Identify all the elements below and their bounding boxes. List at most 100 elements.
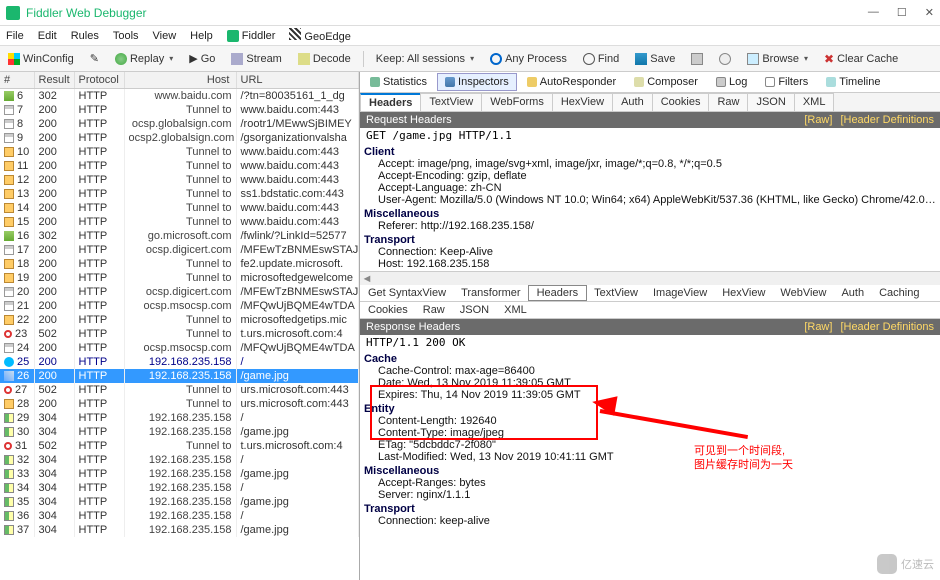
header-item[interactable]: Host: 192.168.235.158 [378, 258, 936, 270]
table-row[interactable]: 17200HTTPocsp.digicert.com/MFEwTzBNMEswS… [0, 243, 359, 257]
menu-file[interactable]: File [6, 30, 24, 42]
table-row[interactable]: 33304HTTP192.168.235.158/game.jpg [0, 467, 359, 481]
resptab-xml[interactable]: XML [496, 302, 535, 318]
tab-statistics[interactable]: Statistics [362, 73, 435, 91]
header-item[interactable]: Accept: image/png, image/svg+xml, image/… [378, 158, 936, 170]
table-row[interactable]: 35304HTTP192.168.235.158/game.jpg [0, 495, 359, 509]
go-button[interactable]: ▶Go [185, 50, 219, 67]
header-item[interactable]: Server: nginx/1.1.1 [378, 489, 936, 501]
header-item[interactable]: Referer: http://192.168.235.158/ [378, 220, 936, 232]
table-row[interactable]: 31502HTTPTunnel tot.urs.microsoft.com:4 [0, 439, 359, 453]
table-row[interactable]: 24200HTTPocsp.msocsp.com/MFQwUjBQME4wTDA [0, 341, 359, 355]
reqtab-raw[interactable]: Raw [708, 93, 748, 111]
tab-filters[interactable]: Filters [757, 73, 816, 91]
table-row[interactable]: 23502HTTPTunnel tot.urs.microsoft.com:4 [0, 327, 359, 341]
keep-sessions-dropdown[interactable]: Keep: All sessions [372, 51, 478, 67]
resptab-textview[interactable]: TextView [586, 285, 646, 301]
header-item[interactable]: Connection: Keep-Alive [378, 246, 936, 258]
tab-timeline[interactable]: Timeline [818, 73, 888, 91]
table-row[interactable]: 22200HTTPTunnel tomicrosoftedgetips.mic [0, 313, 359, 327]
table-row[interactable]: 34304HTTP192.168.235.158/ [0, 481, 359, 495]
table-row[interactable]: 36304HTTP192.168.235.158/ [0, 509, 359, 523]
header-item[interactable]: Date: Wed, 13 Nov 2019 11:39:05 GMT [378, 377, 936, 389]
reqtab-webforms[interactable]: WebForms [481, 93, 553, 111]
resptab-caching[interactable]: Caching [871, 285, 927, 301]
header-item[interactable]: Cache-Control: max-age=86400 [378, 365, 936, 377]
sessions-table[interactable]: # Result Protocol Host URL 6302HTTPwww.b… [0, 72, 359, 537]
close-button[interactable]: ✕ [925, 6, 934, 19]
resp-hdrdef-link[interactable]: [Header Definitions [840, 321, 934, 333]
resptab-json[interactable]: JSON [452, 302, 497, 318]
col-host[interactable]: Host [124, 72, 236, 89]
maximize-button[interactable]: ☐ [897, 6, 907, 19]
winconfig-button[interactable]: WinConfig [4, 51, 78, 67]
any-process-button[interactable]: Any Process [486, 51, 571, 67]
table-row[interactable]: 19200HTTPTunnel tomicrosoftedgewelcome [0, 271, 359, 285]
table-row[interactable]: 8200HTTPocsp.globalsign.com/rootr1/MEwwS… [0, 117, 359, 131]
stream-button[interactable]: Stream [227, 51, 285, 67]
table-row[interactable]: 11200HTTPTunnel towww.baidu.com:443 [0, 159, 359, 173]
header-item[interactable]: Last-Modified: Wed, 13 Nov 2019 10:41:11… [378, 451, 936, 463]
resptab-headers[interactable]: Headers [528, 285, 588, 301]
h-scrollbar[interactable]: ◄ [360, 271, 940, 285]
header-item[interactable]: ETag: "5dcbddc7-2f080" [378, 439, 936, 451]
header-item[interactable]: User-Agent: Mozilla/5.0 (Windows NT 10.0… [378, 194, 936, 206]
table-row[interactable]: 10200HTTPTunnel towww.baidu.com:443 [0, 145, 359, 159]
resptab-imageview[interactable]: ImageView [645, 285, 715, 301]
table-row[interactable]: 30304HTTP192.168.235.158/game.jpg [0, 425, 359, 439]
resptab-hexview[interactable]: HexView [714, 285, 773, 301]
menu-geoedge[interactable]: GeoEdge [289, 28, 350, 43]
table-row[interactable]: 26200HTTP192.168.235.158/game.jpg [0, 369, 359, 383]
reqtab-auth[interactable]: Auth [612, 93, 653, 111]
save-button[interactable]: Save [631, 51, 679, 67]
resptab-webview[interactable]: WebView [772, 285, 834, 301]
timer-button[interactable] [715, 51, 735, 67]
table-row[interactable]: 7200HTTPTunnel towww.baidu.com:443 [0, 103, 359, 117]
minimize-button[interactable]: — [868, 6, 879, 19]
table-row[interactable]: 21200HTTPocsp.msocsp.com/MFQwUjBQME4wTDA [0, 299, 359, 313]
table-row[interactable]: 27502HTTPTunnel tours.microsoft.com:443 [0, 383, 359, 397]
tab-inspectors[interactable]: Inspectors [437, 73, 517, 91]
resptab-cookies[interactable]: Cookies [360, 302, 416, 318]
table-row[interactable]: 37304HTTP192.168.235.158/game.jpg [0, 523, 359, 537]
table-row[interactable]: 13200HTTPTunnel toss1.bdstatic.com:443 [0, 187, 359, 201]
replay-button[interactable]: Replay [111, 51, 177, 67]
header-item[interactable]: Accept-Ranges: bytes [378, 477, 936, 489]
reqtab-hexview[interactable]: HexView [552, 93, 613, 111]
table-row[interactable]: 12200HTTPTunnel towww.baidu.com:443 [0, 173, 359, 187]
resptab-transformer[interactable]: Transformer [453, 285, 529, 301]
comment-button[interactable]: ✎ [86, 50, 103, 67]
table-row[interactable]: 16302HTTPgo.microsoft.com/fwlink/?LinkId… [0, 229, 359, 243]
header-item[interactable]: Expires: Thu, 14 Nov 2019 11:39:05 GMT [378, 389, 936, 401]
header-item[interactable]: Accept-Language: zh-CN [378, 182, 936, 194]
table-row[interactable]: 15200HTTPTunnel towww.baidu.com:443 [0, 215, 359, 229]
tab-log[interactable]: Log [708, 73, 755, 91]
clear-cache-button[interactable]: ✖Clear Cache [820, 51, 902, 67]
resptab-syntaxview[interactable]: Get SyntaxView [360, 285, 454, 301]
col-result[interactable]: Result [34, 72, 74, 89]
menu-edit[interactable]: Edit [38, 30, 57, 42]
tab-composer[interactable]: Composer [626, 73, 706, 91]
reqtab-textview[interactable]: TextView [420, 93, 482, 111]
col-protocol[interactable]: Protocol [74, 72, 124, 89]
table-row[interactable]: 18200HTTPTunnel tofe2.update.microsoft. [0, 257, 359, 271]
menu-rules[interactable]: Rules [71, 30, 99, 42]
raw-link[interactable]: [Raw] [804, 114, 832, 126]
menu-tools[interactable]: Tools [113, 30, 139, 42]
resptab-raw[interactable]: Raw [415, 302, 453, 318]
menu-fiddler[interactable]: Fiddler [227, 30, 276, 42]
resptab-auth[interactable]: Auth [833, 285, 872, 301]
header-item[interactable]: Content-Type: image/jpeg [378, 427, 936, 439]
reqtab-cookies[interactable]: Cookies [652, 93, 710, 111]
find-button[interactable]: Find [579, 51, 623, 67]
table-row[interactable]: 32304HTTP192.168.235.158/ [0, 453, 359, 467]
menu-view[interactable]: View [153, 30, 177, 42]
table-row[interactable]: 28200HTTPTunnel tours.microsoft.com:443 [0, 397, 359, 411]
browse-button[interactable]: Browse [743, 51, 812, 67]
menu-help[interactable]: Help [190, 30, 213, 42]
table-row[interactable]: 25200HTTP192.168.235.158/ [0, 355, 359, 369]
table-row[interactable]: 6302HTTPwww.baidu.com/?tn=80035161_1_dg [0, 89, 359, 104]
table-row[interactable]: 14200HTTPTunnel towww.baidu.com:443 [0, 201, 359, 215]
resp-raw-link[interactable]: [Raw] [804, 321, 832, 333]
tab-autoresponder[interactable]: AutoResponder [519, 73, 624, 91]
